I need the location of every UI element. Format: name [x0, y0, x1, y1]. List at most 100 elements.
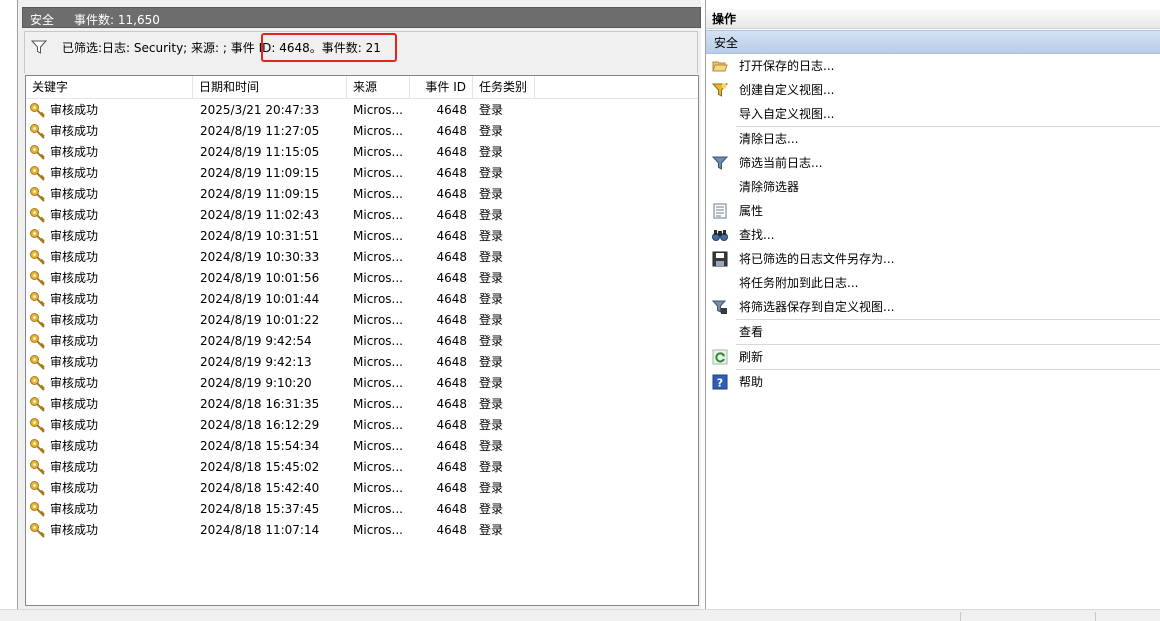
source-cell: Micros... — [353, 439, 403, 453]
table-row[interactable]: 审核成功 2025/3/21 20:47:33 Micros... 4648 登录 — [26, 100, 698, 121]
table-row[interactable]: 审核成功 2024/8/19 10:31:51 Micros... 4648 登录 — [26, 226, 698, 247]
table-row[interactable]: 审核成功 2024/8/19 11:15:05 Micros... 4648 登录 — [26, 142, 698, 163]
table-row[interactable]: 审核成功 2024/8/18 16:31:35 Micros... 4648 登录 — [26, 394, 698, 415]
task-category-cell: 登录 — [479, 376, 504, 390]
refresh-icon — [712, 349, 728, 365]
source-cell: Micros... — [353, 355, 403, 369]
table-row[interactable]: 审核成功 2024/8/19 11:09:15 Micros... 4648 登录 — [26, 163, 698, 184]
source-cell: Micros... — [353, 229, 403, 243]
keyword-cell: 审核成功 — [50, 250, 99, 264]
datetime-cell: 2024/8/19 10:01:44 — [200, 292, 320, 306]
task-category-cell: 登录 — [479, 481, 504, 495]
event-id-cell: 4648 — [436, 334, 467, 348]
task-category-cell: 登录 — [479, 103, 504, 117]
table-row[interactable]: 审核成功 2024/8/19 10:01:22 Micros... 4648 登录 — [26, 310, 698, 331]
action-item[interactable]: 创建自定义视图... — [706, 78, 1160, 102]
save-filter-icon — [711, 299, 728, 315]
event-id-cell: 4648 — [436, 187, 467, 201]
action-item[interactable]: 将任务附加到此日志... — [706, 271, 1160, 295]
action-label: 刷新 — [739, 350, 764, 364]
source-cell: Micros... — [353, 145, 403, 159]
datetime-cell: 2024/8/18 15:42:40 — [200, 481, 320, 495]
key-icon — [29, 186, 46, 203]
table-row[interactable]: 审核成功 2024/8/19 11:02:43 Micros... 4648 登录 — [26, 205, 698, 226]
datetime-cell: 2024/8/18 15:54:34 — [200, 439, 320, 453]
key-icon — [29, 270, 46, 287]
table-row[interactable]: 审核成功 2024/8/18 15:42:40 Micros... 4648 登录 — [26, 478, 698, 499]
action-item[interactable]: 打开保存的日志... — [706, 54, 1160, 78]
datetime-cell: 2024/8/19 11:15:05 — [200, 145, 320, 159]
keyword-cell: 审核成功 — [50, 460, 99, 474]
event-id-cell: 4648 — [436, 460, 467, 474]
table-row[interactable]: 审核成功 2024/8/18 16:12:29 Micros... 4648 登录 — [26, 415, 698, 436]
action-item[interactable]: 清除筛选器 — [706, 175, 1160, 199]
keyword-cell: 审核成功 — [50, 439, 99, 453]
action-item[interactable]: 将筛选器保存到自定义视图... — [706, 295, 1160, 319]
action-item[interactable]: 将已筛选的日志文件另存为... — [706, 247, 1160, 271]
keyword-cell: 审核成功 — [50, 397, 99, 411]
task-category-cell: 登录 — [479, 145, 504, 159]
key-icon — [29, 228, 46, 245]
event-id-cell: 4648 — [436, 145, 467, 159]
table-row[interactable]: 审核成功 2024/8/18 15:37:45 Micros... 4648 登录 — [26, 499, 698, 520]
datetime-cell: 2024/8/19 10:01:22 — [200, 313, 320, 327]
log-title: 安全 — [30, 13, 55, 27]
event-id-cell: 4648 — [436, 439, 467, 453]
task-category-cell: 登录 — [479, 355, 504, 369]
task-category-cell: 登录 — [479, 124, 504, 138]
datetime-cell: 2024/8/18 16:12:29 — [200, 418, 320, 432]
table-row[interactable]: 审核成功 2024/8/19 10:01:56 Micros... 4648 登录 — [26, 268, 698, 289]
column-header-event-id[interactable]: 事件 ID — [410, 76, 473, 99]
table-row[interactable]: 审核成功 2024/8/18 11:07:14 Micros... 4648 登录 — [26, 520, 698, 541]
key-icon — [29, 375, 46, 392]
action-item[interactable]: 查找... — [706, 223, 1160, 247]
table-row[interactable]: 审核成功 2024/8/19 11:09:15 Micros... 4648 登录 — [26, 184, 698, 205]
event-table[interactable]: 关键字 日期和时间 来源 事件 ID 任务类别 审核成功 2025/3/21 20… — [25, 75, 699, 606]
key-icon — [29, 165, 46, 182]
action-label: 筛选当前日志... — [739, 156, 823, 170]
open-folder-icon — [712, 58, 728, 74]
table-row[interactable]: 审核成功 2024/8/18 15:54:34 Micros... 4648 登录 — [26, 436, 698, 457]
column-header-datetime[interactable]: 日期和时间 — [193, 76, 347, 99]
actions-title: 操作 — [706, 9, 1160, 29]
keyword-cell: 审核成功 — [50, 271, 99, 285]
event-id-cell: 4648 — [436, 292, 467, 306]
key-icon — [29, 438, 46, 455]
action-label: 属性 — [739, 204, 764, 218]
task-category-cell: 登录 — [479, 229, 504, 243]
table-row[interactable]: 审核成功 2024/8/19 10:01:44 Micros... 4648 登录 — [26, 289, 698, 310]
actions-section-security[interactable]: 安全 — [706, 30, 1160, 54]
table-row[interactable]: 审核成功 2024/8/19 9:42:13 Micros... 4648 登录 — [26, 352, 698, 373]
datetime-cell: 2024/8/19 11:09:15 — [200, 187, 320, 201]
action-item[interactable]: 清除日志... — [706, 127, 1160, 151]
table-row[interactable]: 审核成功 2024/8/19 10:30:33 Micros... 4648 登录 — [26, 247, 698, 268]
key-icon — [29, 249, 46, 266]
keyword-cell: 审核成功 — [50, 187, 99, 201]
action-item[interactable]: 刷新 — [706, 345, 1160, 369]
action-item[interactable]: 导入自定义视图... — [706, 102, 1160, 126]
event-id-cell: 4648 — [436, 229, 467, 243]
keyword-cell: 审核成功 — [50, 292, 99, 306]
column-header-task-category[interactable]: 任务类别 — [473, 76, 535, 99]
event-list-pane: 安全 事件数: 11,650 已筛选:日志: Security; 来源: ; 事… — [22, 0, 701, 609]
event-id-cell: 4648 — [436, 103, 467, 117]
column-header-keyword[interactable]: 关键字 — [26, 76, 193, 99]
table-row[interactable]: 审核成功 2024/8/18 15:45:02 Micros... 4648 登录 — [26, 457, 698, 478]
action-item[interactable]: 查看 — [706, 320, 1160, 344]
action-item[interactable]: ? 帮助 — [706, 370, 1160, 394]
action-label: 打开保存的日志... — [739, 59, 835, 73]
table-row[interactable]: 审核成功 2024/8/19 9:42:54 Micros... 4648 登录 — [26, 331, 698, 352]
key-icon — [29, 501, 46, 518]
action-item[interactable]: 属性 — [706, 199, 1160, 223]
keyword-cell: 审核成功 — [50, 523, 99, 537]
highlight-box — [261, 33, 397, 62]
action-label: 清除日志... — [739, 132, 799, 146]
table-row[interactable]: 审核成功 2024/8/19 9:10:20 Micros... 4648 登录 — [26, 373, 698, 394]
keyword-cell: 审核成功 — [50, 124, 99, 138]
datetime-cell: 2024/8/19 11:09:15 — [200, 166, 320, 180]
action-label: 将任务附加到此日志... — [739, 276, 859, 290]
table-row[interactable]: 审核成功 2024/8/19 11:27:05 Micros... 4648 登录 — [26, 121, 698, 142]
action-item[interactable]: 筛选当前日志... — [706, 151, 1160, 175]
column-header-source[interactable]: 来源 — [347, 76, 410, 99]
key-icon — [29, 459, 46, 476]
